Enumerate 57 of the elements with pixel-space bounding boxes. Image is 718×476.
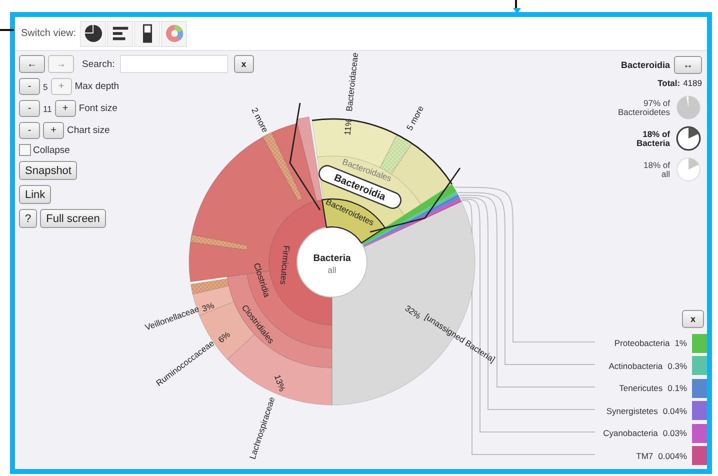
chart-label: 32%: [403, 303, 423, 321]
chart-label: 6%: [216, 329, 232, 345]
action-button[interactable]: ?: [19, 209, 38, 228]
total-value: 4189: [683, 78, 702, 88]
nav-button[interactable]: ←: [19, 55, 45, 73]
close-legend-button[interactable]: x: [682, 310, 704, 328]
chart-label: 13%: [272, 373, 288, 393]
bar-list-icon: [110, 24, 130, 43]
view-button[interactable]: [80, 20, 106, 46]
legend-percent: 1%: [674, 338, 687, 348]
view-button[interactable]: [107, 20, 134, 46]
action-button[interactable]: Link: [19, 185, 52, 204]
setting-label: Font size: [78, 103, 118, 114]
increase-button[interactable]: +: [43, 122, 64, 139]
legend-name: Actinobacteria: [608, 360, 663, 371]
switch-view-label: Switch view:: [21, 28, 76, 39]
clear-search-button[interactable]: x: [234, 55, 254, 73]
legend-percent: 0.1%: [668, 383, 687, 394]
setting-value: 11: [43, 104, 52, 114]
search-label: Search:: [82, 58, 115, 70]
setting-value: 5: [43, 82, 48, 92]
total-label: Total:: [658, 78, 680, 88]
share-text: 18% of Bacteria: [636, 130, 670, 148]
action-button[interactable]: Full screen: [40, 209, 106, 228]
chart-label: 2 more: [250, 106, 270, 134]
legend-name: Proteobacteria: [614, 338, 670, 348]
legend-name: Synergistetes: [606, 406, 658, 416]
chart-label: 5 more: [404, 104, 426, 132]
increase-button[interactable]: +: [54, 100, 76, 117]
center-sublabel: all: [328, 265, 336, 275]
legend-percent: 0.04%: [662, 406, 687, 416]
action-button[interactable]: Snapshot: [19, 161, 78, 180]
setting-label: Chart size: [67, 125, 110, 136]
share-text: 97% of Bacteroidetes: [618, 98, 670, 116]
pie-chart-icon: [84, 24, 103, 43]
legend-name: TM7: [636, 450, 654, 461]
swap-button[interactable]: ↔: [674, 56, 702, 74]
search-field[interactable]: [120, 55, 228, 73]
legend-percent: 0.3%: [668, 360, 687, 371]
chart-label: Bacteroidaceae: [344, 52, 360, 112]
collapse-label: Collapse: [33, 144, 70, 156]
sunburst-icon: [164, 24, 184, 43]
decrease-button[interactable]: -: [19, 100, 40, 117]
view-button[interactable]: [134, 20, 160, 46]
legend-percent: 0.03%: [662, 428, 687, 438]
center-label: Bacteria: [313, 253, 351, 264]
selected-name: Bacteroidia: [620, 60, 670, 70]
chart-label: Firmicutes: [278, 245, 292, 285]
decrease-button[interactable]: -: [19, 122, 40, 139]
legend-name: Tenericutes: [619, 383, 663, 394]
decrease-button[interactable]: -: [19, 78, 40, 95]
setting-label: Max depth: [74, 81, 120, 92]
legend-percent: 0.004%: [658, 450, 687, 461]
share-text: 18% of all: [644, 160, 670, 178]
collapse-checkbox[interactable]: [19, 144, 31, 156]
chart-label: 3%: [200, 300, 216, 314]
legend-name: Cyanobacteria: [603, 428, 658, 438]
